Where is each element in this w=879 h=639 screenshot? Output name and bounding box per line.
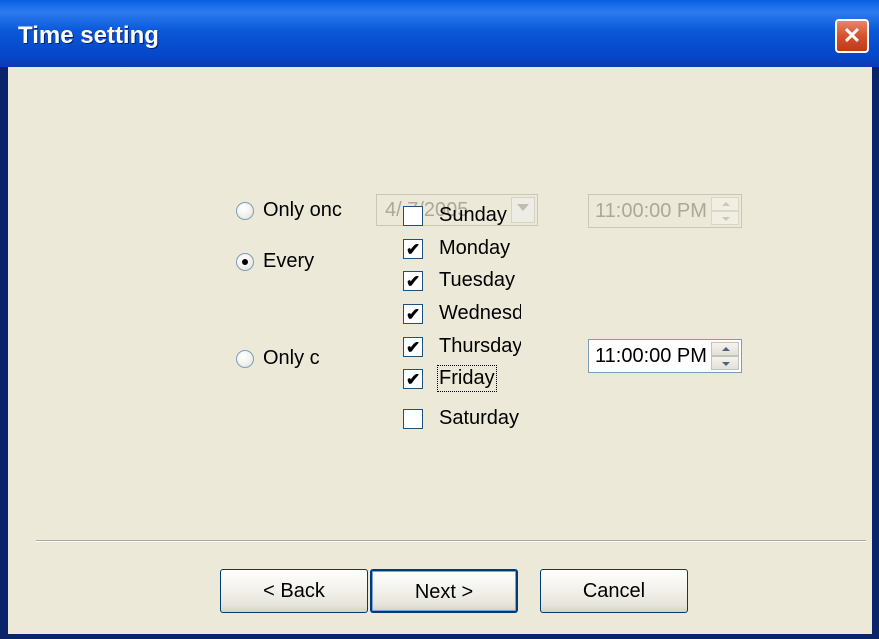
day-sunday[interactable]: Sunday	[403, 204, 507, 227]
arrow-down-icon	[722, 217, 730, 221]
spin-down-button[interactable]	[711, 356, 739, 370]
separator	[36, 540, 866, 542]
close-button[interactable]: ✕	[835, 19, 869, 53]
day-wednesday[interactable]: ✔ Wednesday	[403, 302, 521, 325]
day-tuesday[interactable]: ✔ Tuesday	[403, 269, 515, 292]
day-label-tuesday: Tuesday	[439, 269, 515, 291]
radio-every-button[interactable]	[236, 252, 254, 271]
day-label-wednesday: Wednesday	[439, 302, 521, 324]
checkmark-icon: ✔	[406, 304, 421, 324]
arrow-up-icon	[722, 202, 730, 206]
checkmark-icon: ✔	[406, 239, 421, 259]
checkbox-thursday[interactable]: ✔	[403, 336, 423, 357]
arrow-down-icon	[722, 362, 730, 366]
radio-only-c-label: Only c	[263, 347, 320, 369]
close-icon: ✕	[842, 23, 862, 48]
day-monday[interactable]: ✔ Monday	[403, 237, 510, 260]
radio-every[interactable]: Every	[236, 250, 314, 273]
checkbox-saturday[interactable]	[403, 408, 423, 429]
checkbox-wednesday[interactable]: ✔	[403, 303, 423, 324]
day-thursday[interactable]: ✔ Thursday	[403, 335, 521, 358]
day-label-monday: Monday	[439, 237, 511, 259]
day-friday[interactable]: ✔ Friday	[403, 365, 497, 392]
spin-up-button[interactable]	[711, 342, 739, 356]
radio-only-once-label: Only onc	[263, 199, 342, 221]
radio-selected-dot	[242, 258, 248, 265]
time-field-every[interactable]: 11:00:00 PM	[588, 339, 742, 373]
spin-down-button	[711, 211, 739, 225]
time-once-value: 11:00:00 PM	[595, 200, 707, 222]
arrow-up-icon	[722, 347, 730, 351]
radio-only-once-button[interactable]	[236, 201, 254, 220]
time-every-spinner[interactable]	[711, 342, 739, 370]
checkbox-friday[interactable]: ✔	[403, 368, 423, 389]
back-button[interactable]: < Back	[220, 569, 368, 613]
checkbox-tuesday[interactable]: ✔	[403, 270, 423, 291]
dialog-body: Only onc 4/ 7/2005 11:00:00 PM Every Onl…	[8, 67, 872, 634]
time-field-once: 11:00:00 PM	[588, 194, 742, 228]
cancel-button[interactable]: Cancel	[540, 569, 688, 613]
time-setting-window: Time setting ✕ Only onc 4/ 7/2005 11:00:…	[0, 0, 879, 639]
day-label-friday: Friday	[437, 365, 497, 392]
window-title: Time setting	[18, 22, 159, 49]
time-every-value[interactable]: 11:00:00 PM	[595, 345, 713, 368]
checkmark-icon: ✔	[406, 337, 421, 357]
radio-only-once[interactable]: Only onc	[236, 199, 342, 222]
chevron-down-icon	[517, 204, 529, 211]
day-saturday[interactable]: Saturday	[403, 407, 519, 430]
day-label-sunday: Sunday	[439, 204, 507, 226]
time-once-spinner	[711, 197, 739, 225]
checkmark-icon: ✔	[406, 369, 421, 389]
radio-only-c-button[interactable]	[236, 349, 254, 368]
checkbox-monday[interactable]: ✔	[403, 238, 423, 259]
next-button[interactable]: Next >	[370, 569, 518, 613]
title-bar[interactable]: Time setting ✕	[0, 0, 879, 67]
radio-every-label: Every	[263, 250, 315, 272]
date-dropdown-button	[511, 197, 535, 223]
day-label-saturday: Saturday	[439, 407, 520, 429]
radio-only-c[interactable]: Only c	[236, 347, 320, 370]
day-label-thursday: Thursday	[439, 335, 521, 357]
spin-up-button	[711, 197, 739, 211]
checkmark-icon: ✔	[406, 271, 421, 291]
checkbox-sunday[interactable]	[403, 205, 423, 226]
